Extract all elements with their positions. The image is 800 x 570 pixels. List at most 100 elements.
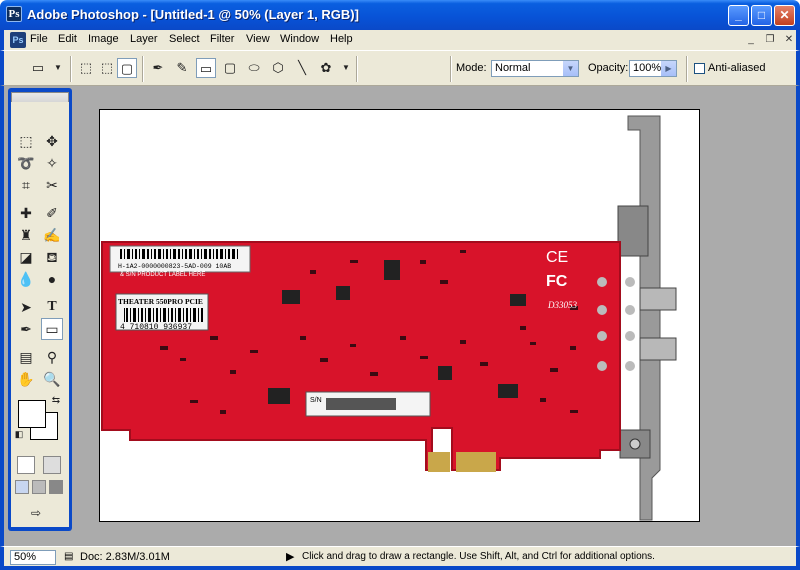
brush-tool-icon[interactable]: ✐	[41, 202, 63, 224]
notes-tool-icon[interactable]: ▤	[15, 346, 37, 368]
type-tool-icon[interactable]: T	[41, 296, 63, 318]
slice-tool-icon[interactable]: ✂	[41, 174, 63, 196]
menu-layer[interactable]: Layer	[130, 33, 158, 45]
screen-mode-full-menu-icon[interactable]	[32, 480, 46, 494]
mode-value: Normal	[495, 62, 531, 74]
move-tool-icon[interactable]: ✥	[41, 130, 63, 152]
chip	[282, 290, 300, 304]
capacitor	[597, 277, 607, 287]
chip	[336, 286, 350, 300]
pen-icon[interactable]: ✒	[148, 58, 168, 78]
custom-shape-icon[interactable]: ✿	[316, 58, 336, 78]
capacitor	[625, 277, 635, 287]
menu-image[interactable]: Image	[88, 33, 119, 45]
freeform-pen-icon[interactable]: ✎	[172, 58, 192, 78]
chip-tuner	[510, 294, 526, 306]
default-colors-icon[interactable]: ◧	[13, 428, 25, 440]
blur-tool-icon[interactable]: 💧	[15, 268, 37, 290]
doc-minimize-button[interactable]: _	[743, 33, 759, 47]
label-placeholder-text: & S/N PRODUCT LABEL HERE	[120, 272, 205, 278]
chip	[498, 384, 518, 398]
capacitor	[625, 331, 635, 341]
separator	[142, 56, 144, 82]
opacity-field[interactable]: 100% ▶	[629, 60, 677, 77]
tv-tuner-card-image: H-1A2-0000000823-5AD-009 10AB & S/N PROD…	[101, 115, 677, 521]
close-button[interactable]: ✕	[774, 5, 795, 26]
history-brush-icon[interactable]: ✍	[41, 224, 63, 246]
zoom-tool-icon[interactable]: 🔍	[41, 368, 63, 390]
dodge-tool-icon[interactable]: ●	[41, 268, 63, 290]
menu-select[interactable]: Select	[169, 33, 200, 45]
capacitor	[597, 331, 607, 341]
toolbox-panel: ⬚ ✥ ➰ ✧ ⌗ ✂ ✚ ✐ ♜ ✍ ◪ ⛾ 💧 ● ➤ T ✒ ▭ ▤ ⚲ …	[11, 102, 69, 527]
minimize-button[interactable]: _	[728, 5, 749, 26]
quick-mask-icon[interactable]	[43, 456, 61, 474]
crop-tool-icon[interactable]: ⌗	[15, 174, 37, 196]
status-bar: 50% ▤ Doc: 2.83M/3.01M ▶ Click and drag …	[0, 546, 800, 570]
eraser-tool-icon[interactable]: ◪	[15, 246, 37, 268]
document-icon[interactable]: Ps	[10, 32, 26, 48]
screen-mode-full-icon[interactable]	[49, 480, 63, 494]
jump-to-imageready-icon[interactable]: ⇨	[25, 502, 47, 524]
fill-pixels-icon[interactable]: ▢	[117, 58, 137, 78]
status-hint: Click and drag to draw a rectangle. Use …	[302, 551, 655, 562]
fcc-mark: FC	[546, 273, 568, 290]
serial-number-text: H-1A2-0000000823-5AD-009 10AB	[118, 263, 231, 270]
ellipse-icon[interactable]: ⬭	[244, 58, 264, 78]
standard-mode-icon[interactable]	[17, 456, 35, 474]
paint-bucket-icon[interactable]: ⛾	[41, 246, 63, 268]
doc-size-text[interactable]: Doc: 2.83M/3.01M	[80, 551, 170, 563]
line-icon[interactable]: ╲	[292, 58, 312, 78]
menu-view[interactable]: View	[246, 33, 270, 45]
polygon-icon[interactable]: ⬡	[268, 58, 288, 78]
sn-text: S/N	[310, 397, 322, 404]
mode-select[interactable]: Normal ▼	[491, 60, 579, 77]
shape-layers-icon[interactable]: ⬚	[76, 58, 96, 78]
separator	[356, 56, 358, 82]
ean-text: 4 710810 936937	[120, 323, 192, 332]
menu-filter[interactable]: Filter	[210, 33, 234, 45]
menu-file[interactable]: File	[30, 33, 48, 45]
doc-close-button[interactable]: ✕	[781, 33, 797, 47]
model-text: THEATER 550PRO PCIE	[118, 297, 203, 306]
marquee-tool-icon[interactable]: ⬚	[15, 130, 37, 152]
maximize-button[interactable]: □	[751, 5, 772, 26]
menu-bar: Ps File Edit Image Layer Select Filter V…	[0, 30, 800, 50]
zoom-field[interactable]: 50%	[10, 550, 56, 565]
tool-preset-picker[interactable]: ▭	[28, 58, 48, 78]
magic-wand-icon[interactable]: ✧	[41, 152, 63, 174]
document-canvas[interactable]: H-1A2-0000000823-5AD-009 10AB & S/N PROD…	[99, 109, 700, 522]
menu-help[interactable]: Help	[330, 33, 353, 45]
screen-mode-standard-icon[interactable]	[15, 480, 29, 494]
chip-main	[384, 260, 400, 280]
foreground-color-swatch[interactable]	[18, 400, 46, 428]
pen-tool-icon[interactable]: ✒	[15, 318, 37, 340]
chip	[438, 366, 452, 380]
chevron-down-icon[interactable]: ▼	[48, 58, 68, 78]
menu-edit[interactable]: Edit	[58, 33, 77, 45]
chevron-down-icon[interactable]: ▼	[563, 61, 578, 76]
status-arrow-icon[interactable]: ▶	[286, 550, 294, 563]
healing-brush-icon[interactable]: ✚	[15, 202, 37, 224]
swap-colors-icon[interactable]: ⇆	[49, 394, 63, 408]
clone-stamp-icon[interactable]: ♜	[15, 224, 37, 246]
rounded-rectangle-icon[interactable]: ▢	[220, 58, 240, 78]
rectangle-tool-icon[interactable]: ▭	[41, 318, 63, 340]
doc-restore-button[interactable]: ❐	[762, 33, 778, 47]
path-selection-icon[interactable]: ➤	[15, 296, 37, 318]
chevron-right-icon[interactable]: ▶	[661, 61, 676, 76]
menu-window[interactable]: Window	[280, 33, 319, 45]
antialiased-label: Anti-aliased	[708, 62, 766, 74]
hand-tool-icon[interactable]: ✋	[15, 368, 37, 390]
bracket-tab	[617, 205, 649, 257]
capacitor	[625, 305, 635, 315]
lasso-tool-icon[interactable]: ➰	[15, 152, 37, 174]
rectangle-shape-icon[interactable]: ▭	[196, 58, 216, 78]
antialiased-checkbox[interactable]	[694, 63, 705, 74]
coax-connector-top	[639, 287, 677, 311]
eyedropper-icon[interactable]: ⚲	[41, 346, 63, 368]
title-bar[interactable]: Ps Adobe Photoshop - [Untitled-1 @ 50% (…	[0, 0, 800, 30]
photoshop-app-icon[interactable]: Ps	[6, 6, 22, 22]
chevron-down-icon[interactable]: ▼	[336, 58, 356, 78]
paths-icon[interactable]: ⬚	[97, 58, 117, 78]
